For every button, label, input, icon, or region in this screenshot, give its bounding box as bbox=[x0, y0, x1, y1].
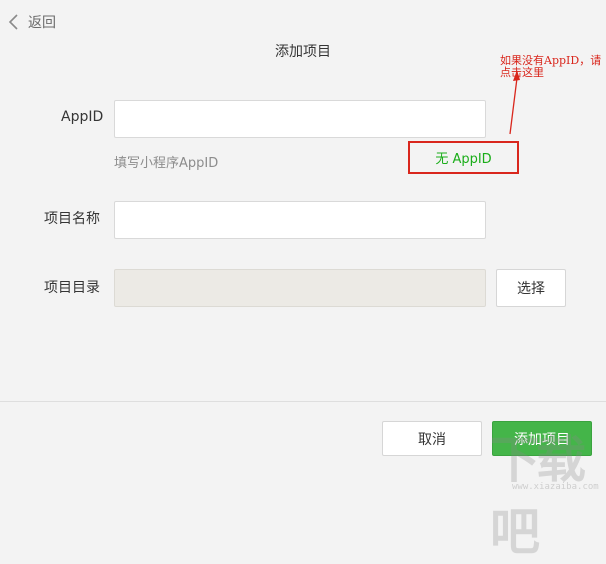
add-project-button[interactable]: 添加项目 bbox=[492, 421, 592, 456]
cancel-button[interactable]: 取消 bbox=[382, 421, 482, 456]
choose-dir-label: 选择 bbox=[517, 281, 545, 297]
project-dir-input[interactable] bbox=[114, 269, 486, 307]
project-name-input[interactable] bbox=[114, 201, 486, 239]
footer-divider bbox=[0, 401, 606, 402]
add-project-label: 添加项目 bbox=[514, 431, 570, 448]
project-dir-label: 项目目录 bbox=[44, 280, 100, 296]
cancel-label: 取消 bbox=[418, 431, 446, 448]
choose-dir-button[interactable]: 选择 bbox=[496, 269, 566, 307]
project-name-label: 项目名称 bbox=[44, 211, 100, 227]
